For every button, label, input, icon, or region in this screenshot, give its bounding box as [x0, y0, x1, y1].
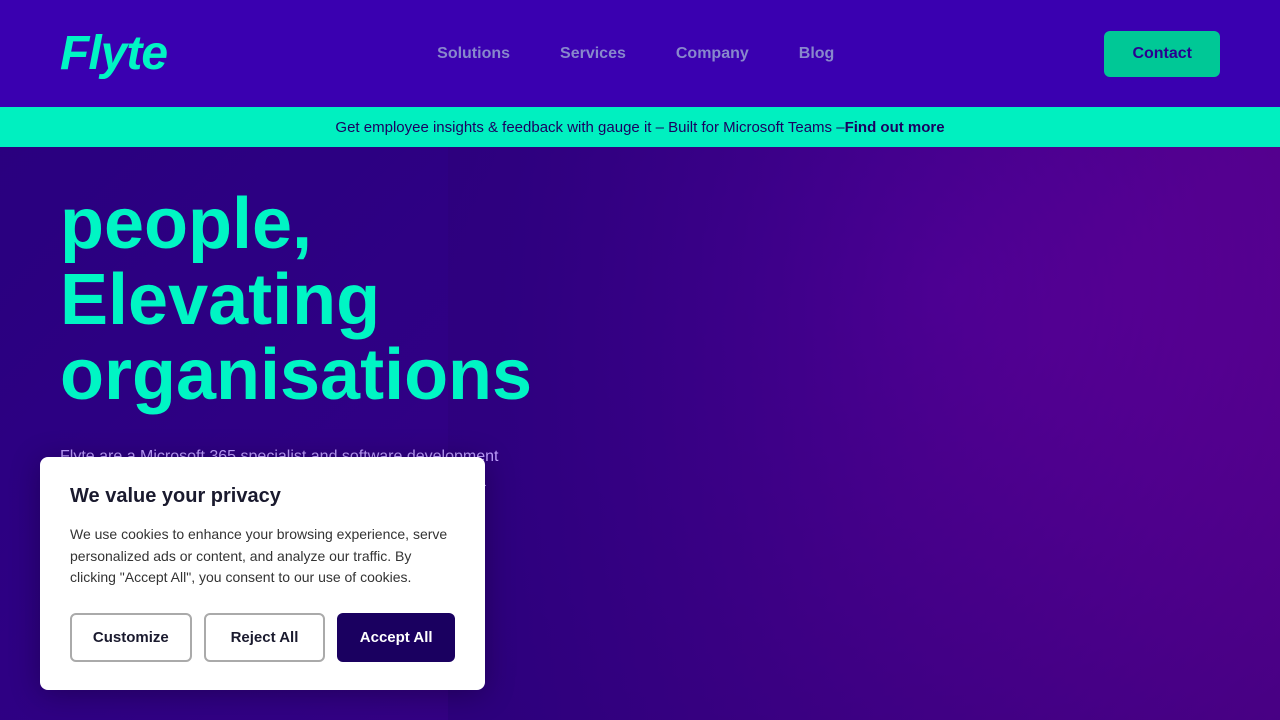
nav-services[interactable]: Services — [560, 45, 626, 63]
announcement-link[interactable]: Find out more — [845, 119, 945, 136]
contact-button[interactable]: Contact — [1104, 31, 1220, 77]
reject-all-button[interactable]: Reject All — [204, 613, 326, 662]
cookie-title: We value your privacy — [70, 485, 455, 508]
hero-heading: people, Elevating organisations — [60, 187, 520, 414]
site-logo[interactable]: Flyte — [60, 26, 167, 81]
announcement-bar: Get employee insights & feedback with ga… — [0, 107, 1280, 147]
nav-links: Solutions Services Company Blog — [437, 45, 834, 63]
customize-button[interactable]: Customize — [70, 613, 192, 662]
nav-company[interactable]: Company — [676, 45, 749, 63]
announcement-text: Get employee insights & feedback with ga… — [335, 119, 844, 136]
cookie-buttons: Customize Reject All Accept All — [70, 613, 455, 662]
nav-blog[interactable]: Blog — [799, 45, 835, 63]
hero-heading-line3: organisations — [60, 335, 532, 415]
hero-heading-line1: people, — [60, 184, 312, 264]
cookie-body: We use cookies to enhance your browsing … — [70, 524, 455, 589]
hero-heading-line2: Elevating — [60, 260, 380, 340]
nav-solutions[interactable]: Solutions — [437, 45, 510, 63]
cookie-modal: We value your privacy We use cookies to … — [40, 457, 485, 690]
accept-all-button[interactable]: Accept All — [337, 613, 455, 662]
navbar: Flyte Solutions Services Company Blog Co… — [0, 0, 1280, 107]
